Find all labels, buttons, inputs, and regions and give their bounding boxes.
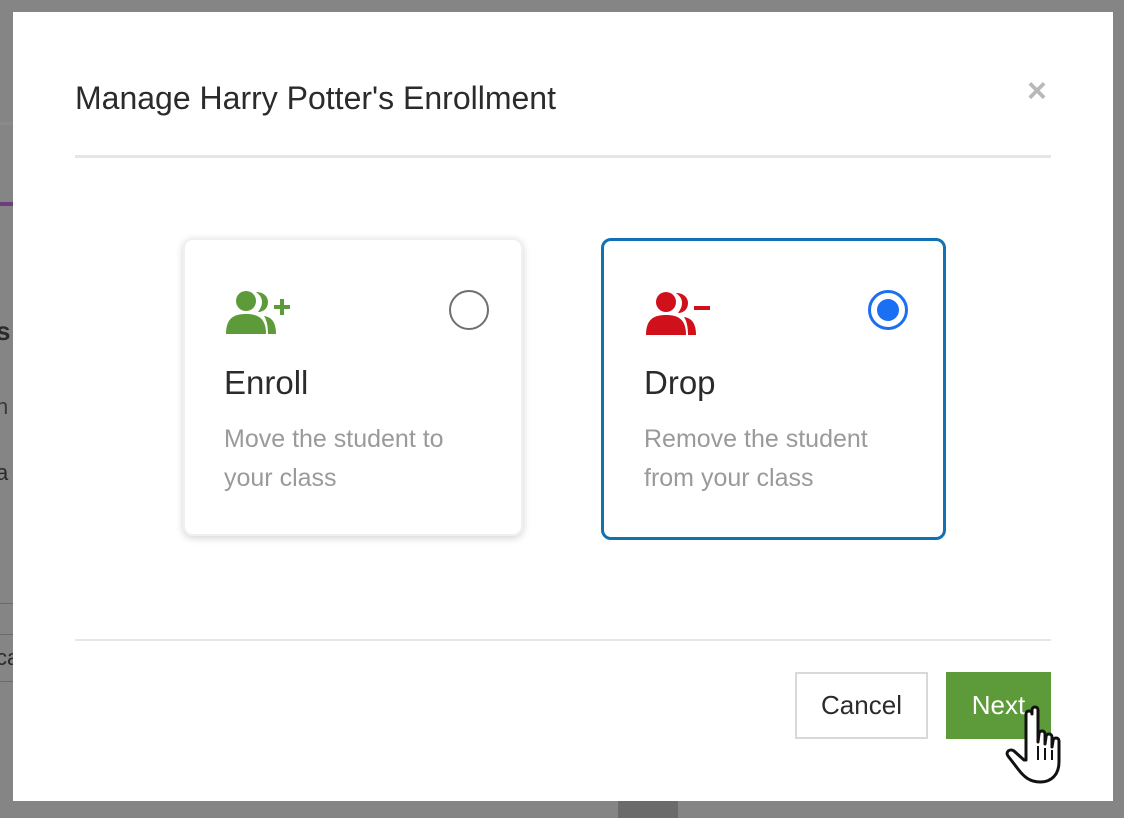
- header-divider: [75, 155, 1051, 158]
- background-text-fragment: a: [0, 460, 9, 485]
- user-minus-icon: [646, 292, 710, 335]
- cancel-button[interactable]: Cancel: [795, 672, 928, 739]
- hand-pointer-icon: [1005, 705, 1061, 784]
- background-header-edge: [0, 122, 14, 125]
- close-button[interactable]: ×: [1027, 74, 1047, 108]
- modal-title: Manage Harry Potter's Enrollment: [75, 80, 556, 116]
- drop-option-card[interactable]: Drop Remove the student from your class: [601, 238, 946, 540]
- background-element: [618, 801, 678, 818]
- radio-selected-dot: [877, 299, 899, 321]
- background-divider: [0, 603, 14, 604]
- footer-divider: [75, 639, 1051, 641]
- background-accent-bar: [0, 202, 14, 206]
- drop-description: Remove the student from your class: [644, 425, 868, 492]
- enroll-radio[interactable]: [449, 290, 489, 330]
- enroll-description: Move the student to your class: [224, 425, 444, 492]
- background-text-fragment: s: [0, 316, 11, 346]
- drop-title: Drop: [644, 364, 716, 401]
- user-plus-icon: [226, 291, 290, 334]
- drop-radio[interactable]: [868, 290, 908, 330]
- background-text-fragment: n: [0, 394, 9, 419]
- enrollment-modal: Manage Harry Potter's Enrollment × Enrol…: [13, 12, 1113, 801]
- enroll-title: Enroll: [224, 364, 309, 401]
- enroll-option-card[interactable]: Enroll Move the student to your class: [183, 238, 523, 536]
